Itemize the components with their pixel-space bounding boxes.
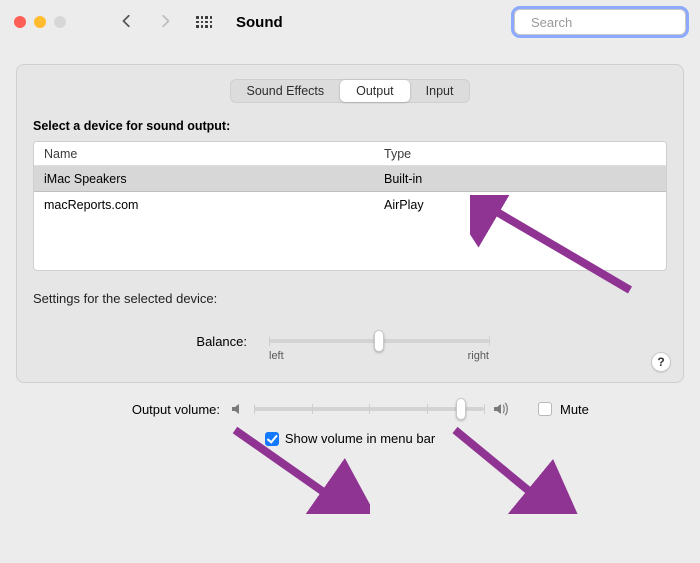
balance-slider[interactable]: left right bbox=[269, 324, 529, 358]
speaker-high-icon bbox=[492, 401, 512, 417]
sound-tabs: Sound Effects Output Input bbox=[33, 79, 667, 103]
show-volume-menubar-label: Show volume in menu bar bbox=[285, 431, 435, 446]
window-toolbar: Sound bbox=[0, 0, 700, 44]
table-row[interactable]: iMac Speakers Built-in bbox=[34, 166, 666, 192]
device-type: Built-in bbox=[384, 172, 656, 186]
mute-label: Mute bbox=[560, 402, 589, 417]
output-section-title: Select a device for sound output: bbox=[33, 119, 667, 133]
tab-sound-effects[interactable]: Sound Effects bbox=[231, 80, 341, 102]
show-all-prefs-button[interactable] bbox=[196, 14, 212, 30]
device-name: iMac Speakers bbox=[44, 172, 384, 186]
sound-output-panel: Sound Effects Output Input Select a devi… bbox=[16, 64, 684, 383]
settings-for-device-label: Settings for the selected device: bbox=[33, 291, 667, 306]
tab-output[interactable]: Output bbox=[340, 80, 410, 102]
nav-buttons bbox=[120, 14, 172, 31]
balance-thumb[interactable] bbox=[374, 330, 384, 352]
table-header: Name Type bbox=[34, 142, 666, 166]
window-title: Sound bbox=[236, 14, 283, 31]
menubar-row: Show volume in menu bar bbox=[20, 431, 680, 446]
footer: Output volume: Mute Sho bbox=[0, 391, 700, 446]
output-volume-slider[interactable] bbox=[254, 407, 484, 411]
mute-checkbox[interactable] bbox=[538, 402, 552, 416]
traffic-lights bbox=[14, 16, 66, 28]
output-volume-label: Output volume: bbox=[20, 402, 220, 417]
close-window-button[interactable] bbox=[14, 16, 26, 28]
balance-right-caption: right bbox=[468, 350, 489, 362]
back-button[interactable] bbox=[120, 14, 134, 31]
device-name: macReports.com bbox=[44, 198, 384, 212]
forward-button[interactable] bbox=[158, 14, 172, 31]
search-field[interactable] bbox=[514, 9, 686, 35]
show-volume-menubar-checkbox[interactable] bbox=[265, 432, 279, 446]
table-row[interactable]: macReports.com AirPlay bbox=[34, 192, 666, 218]
balance-left-caption: left bbox=[269, 350, 284, 362]
col-name: Name bbox=[44, 147, 384, 161]
device-type: AirPlay bbox=[384, 198, 656, 212]
zoom-window-button[interactable] bbox=[54, 16, 66, 28]
search-input[interactable] bbox=[529, 14, 700, 31]
minimize-window-button[interactable] bbox=[34, 16, 46, 28]
balance-row: Balance: left right bbox=[33, 324, 667, 358]
chevron-left-icon bbox=[120, 14, 134, 28]
output-device-table: Name Type iMac Speakers Built-in macRepo… bbox=[33, 141, 667, 271]
chevron-right-icon bbox=[158, 14, 172, 28]
col-type: Type bbox=[384, 147, 656, 161]
volume-thumb[interactable] bbox=[456, 398, 466, 420]
balance-label: Balance: bbox=[47, 334, 247, 349]
tab-input[interactable]: Input bbox=[410, 80, 470, 102]
speaker-low-icon bbox=[230, 401, 246, 417]
help-button[interactable]: ? bbox=[651, 352, 671, 372]
output-volume-row: Output volume: Mute bbox=[20, 401, 680, 417]
table-blank bbox=[34, 218, 666, 270]
